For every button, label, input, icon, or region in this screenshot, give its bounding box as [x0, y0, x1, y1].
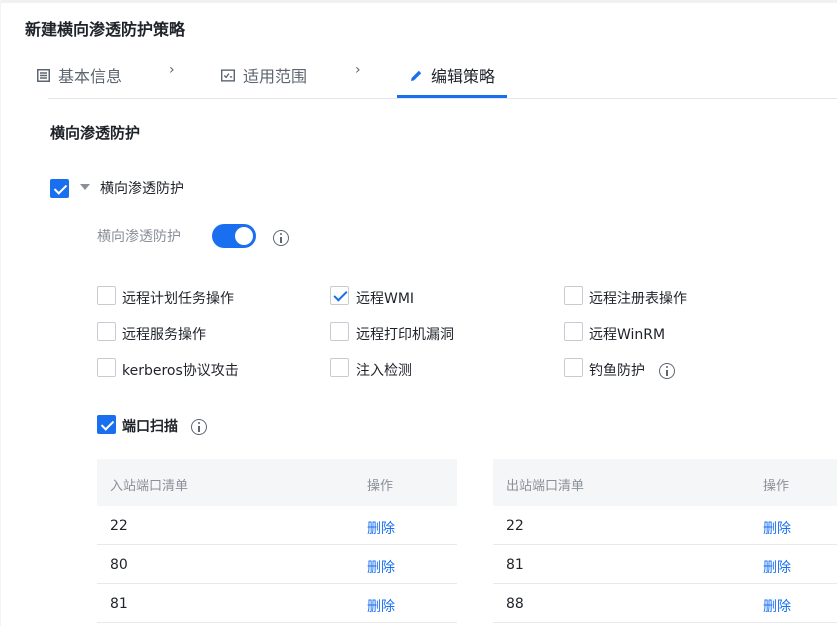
table-row: 88 删除 [493, 584, 837, 623]
group-label: 横向渗透防护 [100, 181, 184, 197]
top-border [0, 0, 837, 3]
option-label: kerberos协议攻击 [122, 363, 239, 379]
option-label: 远程计划任务操作 [122, 291, 234, 307]
port-scan-label: 端口扫描 [122, 419, 178, 435]
delete-link[interactable]: 删除 [367, 596, 395, 616]
step-label: 基本信息 [58, 67, 123, 86]
table-header: 入站端口清单 操作 [97, 459, 457, 506]
port-cell: 81 [110, 596, 128, 612]
delete-link[interactable]: 删除 [763, 557, 791, 577]
option-checkbox[interactable] [330, 322, 349, 341]
column-header: 出站端口清单 [506, 479, 585, 494]
table-row: 81 删除 [97, 584, 457, 623]
port-cell: 81 [506, 557, 524, 573]
table-header: 出站端口清单 操作 [493, 459, 837, 506]
option-label: 钓鱼防护 [589, 363, 645, 379]
option-checkbox[interactable] [97, 286, 116, 305]
caret-down-icon[interactable] [80, 184, 90, 190]
port-cell: 22 [110, 518, 128, 534]
column-header: 入站端口清单 [110, 479, 189, 494]
active-step-indicator [397, 95, 507, 98]
column-header: 操作 [763, 479, 790, 494]
step-edit-policy[interactable]: 编辑策略 [409, 52, 495, 98]
toggle-label: 横向渗透防护 [97, 229, 181, 245]
chevron-right-icon: › [355, 62, 361, 78]
table-row: 22 删除 [97, 506, 457, 545]
toggle-knob [235, 227, 253, 245]
port-cell: 80 [110, 557, 128, 573]
table-row: 81 删除 [493, 545, 837, 584]
delete-link[interactable]: 删除 [763, 518, 791, 538]
option-label: 远程打印机漏洞 [356, 327, 454, 343]
step-label: 编辑策略 [431, 67, 496, 86]
option-label: 注入检测 [356, 363, 412, 379]
info-icon[interactable] [191, 419, 207, 435]
section-title: 横向渗透防护 [50, 124, 141, 142]
delete-link[interactable]: 删除 [367, 557, 395, 577]
step-scope[interactable]: 适用范围 [221, 52, 307, 98]
step-label: 适用范围 [243, 67, 308, 86]
table-row: 80 删除 [97, 545, 457, 584]
option-checkbox[interactable] [97, 358, 116, 377]
page-title: 新建横向渗透防护策略 [25, 20, 186, 39]
chevron-right-icon: › [169, 62, 175, 78]
port-cell: 22 [506, 518, 524, 534]
option-label: 远程注册表操作 [589, 291, 687, 307]
steps-bar: 基本信息 › 适用范围 › 编辑策略 [0, 52, 837, 100]
option-checkbox[interactable] [330, 358, 349, 377]
option-checkbox[interactable] [564, 322, 583, 341]
column-header: 操作 [367, 479, 394, 494]
table-row: 22 删除 [493, 506, 837, 545]
option-checkbox[interactable] [564, 286, 583, 305]
lateral-protection-toggle[interactable] [212, 224, 256, 248]
port-scan-checkbox[interactable] [97, 415, 116, 434]
option-checkbox[interactable] [330, 286, 349, 305]
option-checkbox[interactable] [97, 322, 116, 341]
scope-icon [221, 68, 235, 82]
step-basic-info[interactable]: 基本信息 [36, 52, 122, 98]
delete-link[interactable]: 删除 [367, 518, 395, 538]
port-cell: 88 [506, 596, 524, 612]
option-checkbox[interactable] [564, 358, 583, 377]
form-icon [36, 68, 50, 82]
option-label: 远程服务操作 [122, 327, 206, 343]
option-label: 远程WMI [356, 291, 415, 307]
pencil-icon [409, 68, 423, 82]
delete-link[interactable]: 删除 [763, 596, 791, 616]
steps-divider [48, 98, 837, 99]
info-icon[interactable] [659, 363, 675, 379]
info-icon[interactable] [273, 230, 289, 246]
lateral-protection-checkbox[interactable] [50, 179, 69, 198]
option-label: 远程WinRM [589, 327, 666, 343]
